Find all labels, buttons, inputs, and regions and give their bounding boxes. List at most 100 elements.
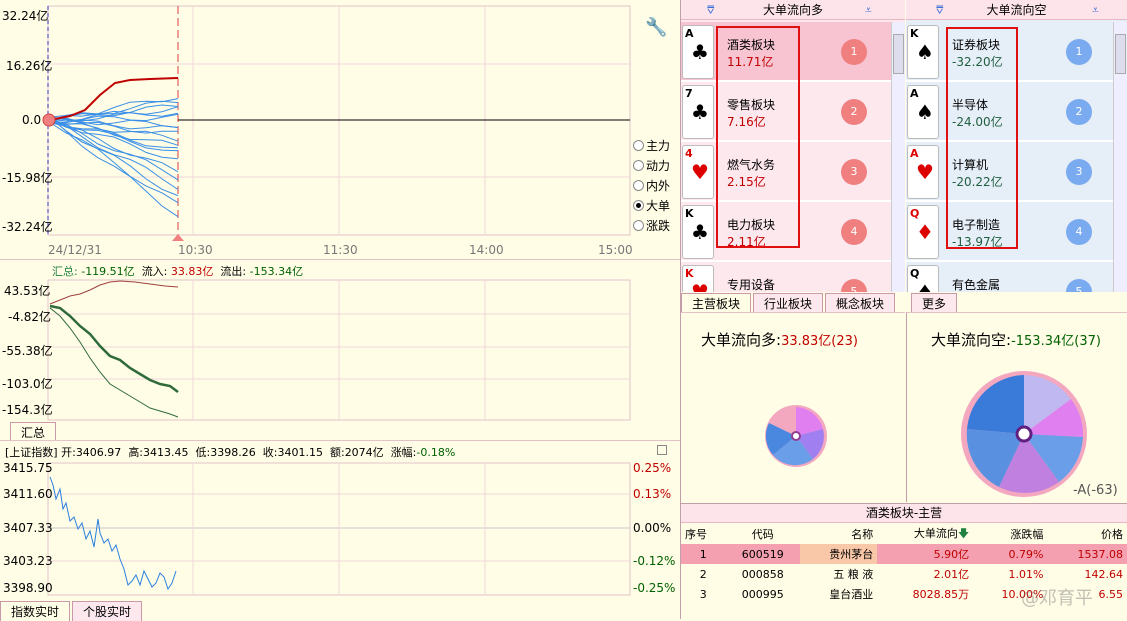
y-tick: -103.0亿: [2, 377, 53, 391]
radio-button[interactable]: [633, 180, 644, 191]
rank-badge: 3: [1066, 159, 1092, 185]
x-tick: 15:00: [598, 243, 633, 257]
x-tick: 10:30: [178, 243, 213, 257]
collapse-down-icon[interactable]: ⩡: [1092, 0, 1099, 20]
card-rank: K: [685, 267, 694, 280]
radio-updown[interactable]: 涨跌: [633, 217, 670, 234]
radio-label: 动力: [646, 159, 671, 173]
playing-card-icon: Q ♠: [907, 265, 939, 292]
tab-industry-sector[interactable]: 行业板块: [753, 293, 824, 313]
playing-card-icon: A ♣: [682, 25, 714, 79]
tab-summary[interactable]: 汇总: [10, 422, 57, 442]
y-tick: -154.3亿: [2, 403, 53, 417]
table-cell: 0.79%: [1008, 547, 1044, 561]
table-row[interactable]: 2 000858 五 粮 液 2.01亿 1.01% 142.64: [681, 564, 1127, 584]
radio-button[interactable]: [633, 200, 644, 211]
table-cell: 2: [699, 567, 707, 581]
pie-right-footer: -A(-63): [1073, 483, 1118, 498]
radio-inout[interactable]: 内外: [633, 177, 670, 194]
card-suit: ♣: [691, 100, 709, 124]
scroll-thumb[interactable]: [893, 34, 904, 74]
index-chart: [47, 462, 631, 596]
sector-name: 有色金属: [952, 278, 1001, 292]
x-tick: 11:30: [323, 243, 358, 257]
rank-badge: 5: [1066, 279, 1092, 292]
tab-main-sector[interactable]: 主营板块: [681, 293, 752, 313]
col-header[interactable]: 序号: [681, 524, 726, 544]
sector-name: 专用设备: [727, 278, 776, 292]
table-cell: 1.01%: [1008, 567, 1044, 581]
y-tick-right: 0.00%: [633, 521, 672, 535]
card-rank: K: [910, 27, 919, 40]
playing-card-icon: A ♠: [907, 85, 939, 139]
scroll-thumb[interactable]: [1115, 34, 1126, 74]
outflow-title: 大单流向空: [986, 3, 1047, 17]
outflow-panel: ⩢ 大单流向空 ⩡ K ♠ 证券板块 -32.20亿 1 A ♠ 半导体 -24.00亿 2 A ♥ 计…: [906, 0, 1127, 292]
wrench-icon[interactable]: 🔧: [645, 17, 667, 38]
stock-table-title: 酒类板块-主营: [681, 504, 1127, 523]
card-suit: ♠: [916, 280, 934, 292]
rank-badge: 2: [841, 99, 867, 125]
inflow-scrollbar[interactable]: [891, 22, 905, 292]
table-cell: 000995: [741, 587, 784, 601]
card-rank: 7: [685, 87, 693, 100]
tab-index-realtime[interactable]: 指数实时: [0, 601, 71, 621]
pie-left-label: 大单流向多:: [701, 331, 782, 349]
x-tick: 24/12/31: [48, 243, 102, 257]
radio-button[interactable]: [633, 220, 644, 231]
flow-chart-panel: 32.24亿 16.26亿 0.0 -15.98亿 -32.24亿 24/12/…: [0, 0, 680, 258]
tab-stock-realtime[interactable]: 个股实时: [72, 601, 143, 621]
collapse-down-icon[interactable]: ⩡: [865, 0, 872, 20]
outflow-scrollbar[interactable]: [1113, 22, 1127, 292]
radio-button[interactable]: [633, 160, 644, 171]
radio-power[interactable]: 动力: [633, 157, 670, 174]
tab-concept-sector[interactable]: 概念板块: [825, 293, 896, 313]
sector-row[interactable]: K ♥ 专用设备 5: [681, 262, 891, 292]
radio-bigorder[interactable]: 大单: [633, 197, 670, 214]
sector-row[interactable]: Q ♠ 有色金属 5: [906, 262, 1116, 292]
outflow-header: ⩢ 大单流向空 ⩡: [906, 0, 1127, 20]
close-label: 收:: [262, 446, 278, 459]
col-header[interactable]: 涨跌幅: [973, 524, 1048, 544]
card-suit: ♠: [916, 40, 934, 64]
inflow-panel: ⩢ 大单流向多 ⩡ A ♣ 酒类板块 11.71亿 1 7 ♣ 零售板块 7.16亿 2 4 ♥ 燃气水…: [681, 0, 905, 292]
col-header[interactable]: 大单流向🡇: [877, 524, 974, 544]
col-header[interactable]: 名称: [799, 524, 878, 544]
y-tick-right: 0.13%: [633, 487, 672, 501]
radio-button[interactable]: [633, 140, 644, 151]
card-rank: 4: [685, 147, 693, 160]
tab-more[interactable]: 更多: [911, 293, 958, 313]
low-value: 3398.26: [210, 446, 256, 459]
y-tick: 3398.90: [3, 581, 53, 595]
card-rank: A: [685, 27, 694, 40]
collapse-up-icon[interactable]: ⩢: [936, 0, 943, 20]
col-header[interactable]: 代码: [725, 524, 800, 544]
change-label: 涨幅:: [390, 446, 417, 459]
table-cell: 贵州茅台: [799, 544, 878, 564]
rank-badge: 3: [841, 159, 867, 185]
radio-label: 内外: [646, 179, 671, 193]
collapse-up-icon[interactable]: ⩢: [707, 0, 714, 20]
rank-badge: 4: [841, 219, 867, 245]
y-tick: 16.26亿: [6, 59, 53, 73]
card-rank: A: [910, 87, 919, 100]
expand-icon[interactable]: [657, 445, 667, 455]
table-cell: 5.90亿: [933, 548, 970, 561]
pie-right-value: -153.34亿(37): [1011, 334, 1101, 349]
table-header-row: 序号 代码 名称 大单流向🡇 涨跌幅 价格: [681, 524, 1127, 544]
radio-label: 大单: [646, 199, 671, 213]
radio-mainforce[interactable]: 主力: [633, 137, 670, 154]
card-suit: ♣: [691, 40, 709, 64]
inflow-pie[interactable]: [761, 401, 831, 471]
outflow-pie[interactable]: [959, 369, 1089, 499]
card-suit: ♣: [691, 220, 709, 244]
col-header[interactable]: 价格: [1047, 524, 1127, 544]
change-value: -0.18%: [416, 446, 456, 459]
sort-down-icon[interactable]: 🡇: [958, 527, 969, 540]
card-suit: ♦: [916, 220, 934, 244]
close-value: 3401.15: [277, 446, 323, 459]
playing-card-icon: K ♥: [682, 265, 714, 292]
table-row[interactable]: 1 600519 贵州茅台 5.90亿 0.79% 1537.08: [681, 544, 1127, 564]
x-tick: 14:00: [469, 243, 504, 257]
radio-label: 涨跌: [646, 219, 671, 233]
